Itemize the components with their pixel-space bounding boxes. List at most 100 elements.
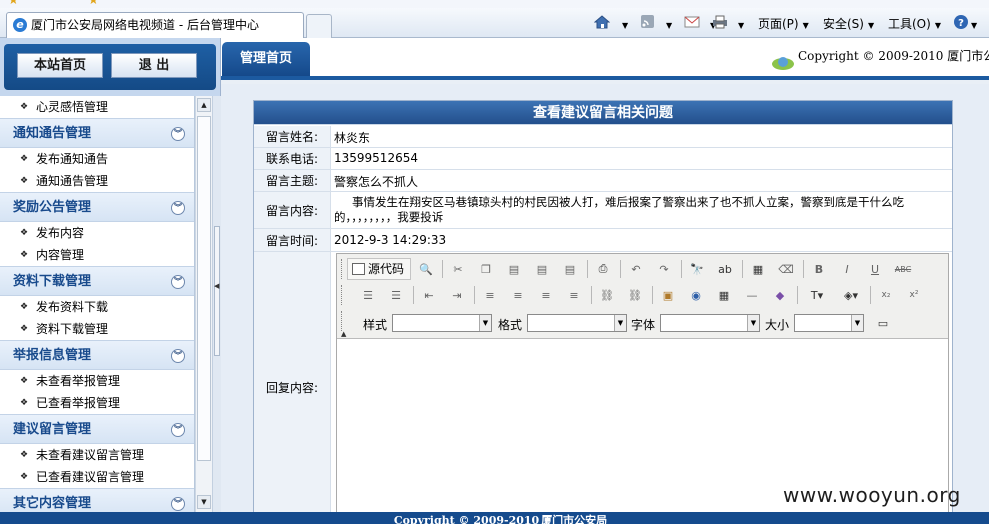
chevron-down-icon: ▼ xyxy=(851,315,863,331)
scroll-up-icon[interactable]: ▲ xyxy=(197,98,211,112)
home-dropdown[interactable]: ▼ xyxy=(618,14,628,34)
sidebar-item[interactable]: 发布内容 xyxy=(0,222,194,244)
collapse-icon[interactable]: ︾ xyxy=(171,127,185,141)
maximize-icon[interactable]: ▭ xyxy=(872,312,894,334)
site-home-button[interactable]: 本站首页 xyxy=(17,53,103,78)
collapse-left-icon[interactable]: ◀ xyxy=(214,282,219,290)
underline-icon[interactable]: U xyxy=(864,258,886,280)
scrollbar-thumb[interactable] xyxy=(197,116,211,461)
rss-icon[interactable] xyxy=(640,15,656,29)
justify-icon[interactable]: ≡ xyxy=(563,284,585,306)
link-icon[interactable]: ⛓ xyxy=(596,284,618,306)
print-dropdown[interactable]: ▼ xyxy=(734,14,744,34)
copy-icon[interactable]: ❐ xyxy=(475,258,497,280)
sidebar-item[interactable]: 资料下载管理 xyxy=(0,318,194,340)
sidebar-group-downloads[interactable]: 资料下载管理 ︾ xyxy=(0,266,194,296)
sidebar-group-other[interactable]: 其它内容管理 ︾ xyxy=(0,488,194,512)
cut-icon[interactable]: ✂ xyxy=(447,258,469,280)
special-char-icon[interactable]: ◆ xyxy=(769,284,791,306)
align-right-icon[interactable]: ≡ xyxy=(535,284,557,306)
text-color-icon[interactable]: T▾ xyxy=(802,284,832,306)
paste-icon[interactable]: ▤ xyxy=(503,258,525,280)
bullet-list-icon[interactable]: ☰ xyxy=(385,284,407,306)
style-select[interactable]: ▼ xyxy=(392,314,492,332)
sidebar-item[interactable]: 未查看建议留言管理 xyxy=(0,444,194,466)
superscript-icon[interactable]: x² xyxy=(903,284,925,306)
add-favorites-icon[interactable]: ★ xyxy=(88,0,99,7)
font-select[interactable]: ▼ xyxy=(660,314,760,332)
collapse-icon[interactable]: ︾ xyxy=(171,349,185,363)
subscript-icon[interactable]: x₂ xyxy=(875,284,897,306)
footer-copyright: Copyright © 2009-2010 xyxy=(393,514,540,524)
new-tab-button[interactable] xyxy=(306,14,332,38)
sidebar-item[interactable]: 内容管理 xyxy=(0,244,194,266)
sidebar-group-suggestions[interactable]: 建议留言管理 ︾ xyxy=(0,414,194,444)
phone-label: 联系电话: xyxy=(254,148,331,169)
redo-icon[interactable]: ↷ xyxy=(653,258,675,280)
numbered-list-icon[interactable]: ☰ xyxy=(357,284,379,306)
collapse-toolbar-icon[interactable]: ▲ xyxy=(341,330,346,338)
sidebar-item[interactable]: 通知通告管理 xyxy=(0,170,194,192)
preview-icon[interactable]: 🔍 xyxy=(415,258,437,280)
find-icon[interactable]: 🔭 xyxy=(686,258,708,280)
indent-icon[interactable]: ⇥ xyxy=(446,284,468,306)
home-icon[interactable] xyxy=(594,15,610,29)
undo-icon[interactable]: ↶ xyxy=(625,258,647,280)
collapse-icon[interactable]: ︾ xyxy=(171,275,185,289)
sidebar-item[interactable]: 发布通知通告 xyxy=(0,148,194,170)
tools-menu[interactable]: 工具(O) ▼ xyxy=(888,14,941,34)
horizontal-rule-icon[interactable]: — xyxy=(741,284,763,306)
size-select[interactable]: ▼ xyxy=(794,314,864,332)
image-icon[interactable]: ▣ xyxy=(657,284,679,306)
sidebar-item[interactable]: 已查看举报管理 xyxy=(0,392,194,414)
source-code-button[interactable]: 源代码 xyxy=(347,258,411,280)
unlink-icon[interactable]: ⛓ xyxy=(624,284,646,306)
splitter-grip[interactable] xyxy=(214,226,220,356)
print-icon[interactable] xyxy=(712,15,728,29)
replace-icon[interactable]: ab xyxy=(714,258,736,280)
select-all-icon[interactable]: ▦ xyxy=(747,258,769,280)
favorites-bar: ★ ★ xyxy=(0,0,989,8)
strikethrough-icon[interactable]: ABC xyxy=(892,258,914,280)
ie-icon: e xyxy=(13,18,27,32)
sidebar-group-notices[interactable]: 通知通告管理 ︾ xyxy=(0,118,194,148)
sidebar-item[interactable]: 心灵感悟管理 xyxy=(0,96,194,118)
paste-word-icon[interactable]: ▤ xyxy=(559,258,581,280)
sidebar-item[interactable]: 未查看举报管理 xyxy=(0,370,194,392)
align-left-icon[interactable]: ≡ xyxy=(479,284,501,306)
outdent-icon[interactable]: ⇤ xyxy=(418,284,440,306)
time-label: 留言时间: xyxy=(254,229,331,251)
print-icon[interactable]: ⎙ xyxy=(592,258,614,280)
collapse-icon[interactable]: ︾ xyxy=(171,201,185,215)
sidebar-group-rewards[interactable]: 奖励公告管理 ︾ xyxy=(0,192,194,222)
tab-admin-home[interactable]: 管理首页 xyxy=(222,42,310,76)
bold-icon[interactable]: B xyxy=(808,258,830,280)
table-icon[interactable]: ▦ xyxy=(713,284,735,306)
time-value: 2012-9-3 14:29:33 xyxy=(334,233,447,247)
remove-format-icon[interactable]: ⌫ xyxy=(775,258,797,280)
flash-icon[interactable]: ◉ xyxy=(685,284,707,306)
help-dropdown[interactable]: ▼ xyxy=(967,14,977,34)
italic-icon[interactable]: I xyxy=(836,258,858,280)
sidebar-item[interactable]: 已查看建议留言管理 xyxy=(0,466,194,488)
favorites-star-icon[interactable]: ★ xyxy=(8,0,19,7)
sidebar-scrollbar[interactable]: ▲ ▼ xyxy=(195,96,212,512)
page-menu[interactable]: 页面(P) ▼ xyxy=(758,14,809,34)
paste-text-icon[interactable]: ▤ xyxy=(531,258,553,280)
collapse-icon[interactable]: ︾ xyxy=(171,497,185,511)
sidebar-item[interactable]: 发布资料下载 xyxy=(0,296,194,318)
browser-tab[interactable]: e 厦门市公安局网络电视频道 - 后台管理中心 xyxy=(6,12,304,39)
safety-menu[interactable]: 安全(S) ▼ xyxy=(823,14,874,34)
sidebar-group-reports[interactable]: 举报信息管理 ︾ xyxy=(0,340,194,370)
format-select[interactable]: ▼ xyxy=(527,314,627,332)
align-center-icon[interactable]: ≡ xyxy=(507,284,529,306)
scroll-down-icon[interactable]: ▼ xyxy=(197,495,211,509)
mail-icon[interactable] xyxy=(684,15,700,29)
background-color-icon[interactable]: ◈▾ xyxy=(836,284,866,306)
chevron-down-icon: ▼ xyxy=(747,315,759,331)
collapse-icon[interactable]: ︾ xyxy=(171,423,185,437)
editor-toolbar: 源代码 🔍 ✂ ❐ ▤ ▤ ▤ ⎙ ↶ ↷ 🔭 ab ▦ ⌫ B I U ABC… xyxy=(337,254,948,339)
rss-dropdown[interactable]: ▼ xyxy=(662,14,672,34)
logout-button[interactable]: 退 出 xyxy=(111,53,197,78)
panel-splitter[interactable]: ◀ xyxy=(212,96,221,512)
